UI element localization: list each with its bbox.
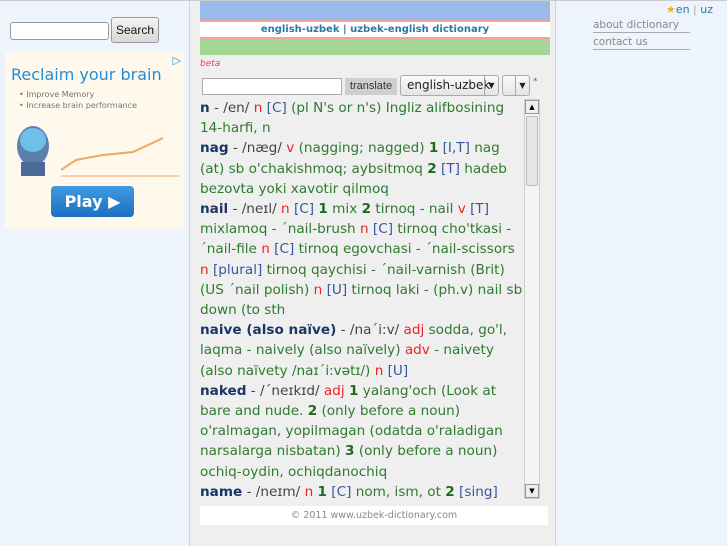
grammar-label: [C] (368, 221, 394, 238)
scroll-thumb[interactable] (526, 116, 538, 186)
title-separator: | (339, 24, 351, 35)
part-of-speech: n (313, 281, 323, 298)
sense-number: 1 (428, 140, 439, 157)
part-of-speech: adj (403, 322, 425, 339)
direction-select[interactable]: english-uzbek ▼ (400, 75, 499, 96)
part-of-speech: n (304, 483, 314, 500)
title-uzbek-english-link[interactable]: uzbek-english dictionary (350, 24, 489, 35)
dictionary-entry: name - /neɪm/ n 1 [C] nom, ism, ot 2 [si… (200, 482, 523, 500)
brain-chart-image (17, 126, 179, 177)
grammar-label: [C] (289, 201, 315, 218)
part-of-speech: adj (323, 382, 345, 399)
right-sidebar: ★en | uz about dictionary contact us (555, 1, 727, 546)
sense-number: 1 (318, 201, 328, 218)
part-of-speech: n (281, 201, 290, 218)
headword: naive (also naïve) (200, 322, 337, 339)
grammar-label: [U] (322, 281, 348, 298)
left-sidebar: Search ▷ Reclaim your brain • Improve Me… (0, 1, 190, 546)
definition-text: mixlamoq - ´nail-brush (200, 221, 360, 238)
definition-text: (nagging; nagged) (294, 140, 429, 157)
grammar-label: [C] (262, 100, 287, 116)
grammar-label: [I,T] (438, 140, 470, 157)
lang-separator: | (689, 3, 701, 16)
ad-bullet: • Improve Memory (19, 90, 95, 99)
pronunciation: - /en/ (209, 100, 254, 116)
query-input[interactable] (202, 78, 342, 95)
search-input[interactable] (10, 22, 109, 40)
sense-number: 2 (445, 483, 455, 500)
sense-number: 2 (361, 201, 372, 218)
scroll-up-icon[interactable]: ▲ (525, 100, 539, 114)
beta-label: beta (200, 59, 221, 69)
site-title: english-uzbek | uzbek-english dictionary (200, 20, 550, 39)
definition-text: tirnoq egovchasi - ´nail-scissors (294, 241, 515, 258)
scroll-down-icon[interactable]: ▼ (525, 484, 539, 498)
part-of-speech: n (261, 241, 270, 258)
dictionary-entry: naive (also naïve) - /na´i:v/ adj sodda,… (200, 320, 523, 381)
header-band-blue (200, 1, 550, 20)
sense-number: 1 (317, 483, 327, 500)
grammar-label: [T] (465, 201, 490, 218)
ad-bullet: • Increase brain performance (19, 101, 137, 110)
play-button[interactable]: Play ▶ (51, 186, 134, 217)
sense-number: 3 (345, 443, 355, 460)
grammar-label: [sing] (454, 483, 498, 500)
header-band-green (200, 39, 550, 55)
language-switch: ★en | uz (666, 3, 713, 16)
grammar-label: [T] (436, 160, 460, 177)
about-dictionary-link[interactable]: about dictionary (593, 19, 690, 33)
part-of-speech: v (457, 201, 466, 218)
translate-button[interactable]: translate (345, 78, 397, 95)
scrollbar[interactable]: ▲ ▼ (524, 99, 540, 499)
adchoices-icon[interactable]: ▷ (173, 54, 181, 67)
dictionary-entry: nail - /neɪl/ n [C] 1 mix 2 tirnoq - nai… (200, 199, 523, 320)
dictionary-entry: naked - /´neɪkɪd/ adj 1 yalang'och (Look… (200, 381, 523, 482)
part-of-speech: n (359, 221, 369, 238)
definition-text: mix (327, 201, 362, 218)
dictionary-entry: n - /en/ n [C] (pl N's or n's) Ingliz al… (200, 98, 523, 138)
pronunciation: - /´neɪkɪd/ (246, 382, 324, 399)
search-button[interactable]: Search (111, 17, 159, 43)
part-of-speech: n (200, 261, 209, 278)
part-of-speech: adv (404, 342, 430, 359)
headword: name (200, 483, 243, 500)
headword: naked (200, 382, 247, 399)
secondary-select[interactable]: ▼ (502, 75, 530, 96)
contact-us-link[interactable]: contact us (593, 36, 690, 50)
direction-selected: english-uzbek (407, 78, 491, 92)
ad-title: Reclaim your brain (11, 65, 162, 84)
chevron-down-icon: ▼ (515, 76, 529, 95)
dictionary-entry: nag - /næg/ v (nagging; nagged) 1 [I,T] … (200, 138, 523, 199)
sense-number: 2 (427, 160, 437, 177)
definition-text: nom, ism, ot (351, 483, 446, 500)
grammar-label: [plural] (208, 261, 263, 278)
definition-text: tirnoq - nail (371, 201, 458, 218)
lang-en-link[interactable]: en (676, 3, 690, 16)
grammar-label: [C] (269, 241, 295, 258)
headword: n (200, 100, 210, 116)
advertisement[interactable]: ▷ Reclaim your brain • Improve Memory • … (5, 52, 184, 229)
lang-uz-link[interactable]: uz (700, 3, 713, 16)
headword: nail (200, 201, 229, 218)
chevron-down-icon: ▼ (484, 76, 498, 95)
grammar-label: [U] (383, 362, 409, 379)
pronunciation: - /neɪl/ (228, 201, 282, 218)
title-english-uzbek-link[interactable]: english-uzbek (261, 24, 340, 35)
dictionary-entries: n - /en/ n [C] (pl N's or n's) Ingliz al… (200, 98, 523, 500)
pronunciation: - /neɪm/ (242, 483, 305, 500)
sense-number: 2 (307, 403, 318, 420)
marker: * (533, 77, 538, 87)
grammar-label: [C] (326, 483, 352, 500)
pronunciation: - /na´i:v/ (336, 322, 404, 339)
pronunciation: - /næg/ (228, 140, 287, 157)
footer-copyright: © 2011 www.uzbek-dictionary.com (200, 506, 548, 525)
star-icon: ★ (665, 3, 676, 16)
headword: nag (200, 140, 229, 157)
